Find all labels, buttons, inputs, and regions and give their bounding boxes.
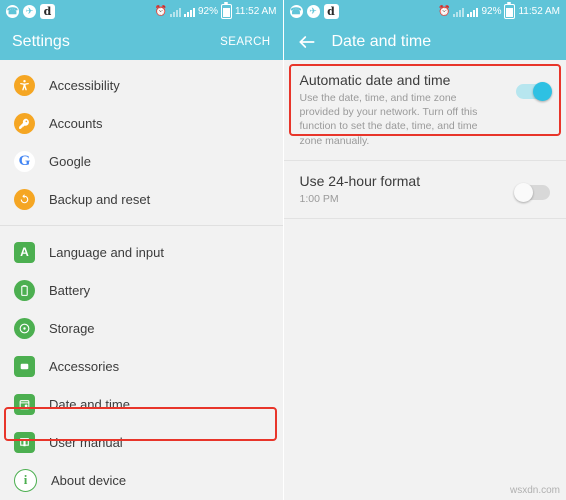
whatsapp-icon: ☎ [289, 5, 303, 18]
telegram-icon: ✈ [23, 5, 36, 18]
battery-percent-right: 92% [481, 6, 502, 17]
pref-subtitle: 1:00 PM [299, 192, 339, 205]
automatic-date-time-toggle[interactable] [516, 82, 552, 101]
signal-bars-icon-2 [183, 7, 195, 17]
sidebar-item-about-device[interactable]: i About device [0, 461, 283, 499]
sidebar-item-label: Accessories [49, 358, 120, 374]
sidebar-item-battery[interactable]: Battery [0, 271, 283, 309]
date-time-settings-body: Automatic date and time Use the date, ti… [283, 60, 566, 500]
battery-percent-left: 92% [197, 6, 218, 17]
google-icon: G [14, 150, 35, 172]
whatsapp-icon: ☎ [6, 5, 19, 18]
pref-use-24-hour-format[interactable]: Use 24-hour format 1:00 PM [283, 160, 566, 218]
search-button[interactable]: SEARCH [220, 36, 270, 48]
pref-divider-2 [283, 217, 566, 219]
settings-list[interactable]: Accessibility Accounts G Google Backup a… [0, 60, 283, 500]
toggle-knob [533, 82, 552, 101]
about-device-icon: i [14, 468, 37, 492]
status-bar-system-icons-right: ⏰ 92% 11:52 AM [438, 2, 560, 19]
use-24-hour-format-toggle[interactable] [514, 182, 550, 202]
user-manual-icon [14, 431, 35, 453]
status-bar-notification-icons-right: ☎ ✈ d [289, 4, 439, 19]
sidebar-item-label: Date and time [49, 396, 130, 412]
page-title: Date and time [331, 32, 432, 50]
date-time-app-bar: Date and time [283, 23, 566, 60]
language-icon: A [14, 241, 35, 263]
signal-bars-icon-1 [453, 7, 465, 17]
sidebar-item-date-and-time[interactable]: Date and time [0, 385, 283, 423]
pref-title: Automatic date and time [299, 72, 451, 88]
sidebar-item-google[interactable]: G Google [0, 142, 283, 180]
sidebar-item-accessories[interactable]: Accessories [0, 347, 283, 385]
status-clock-right: 11:52 AM [518, 6, 560, 17]
sidebar-item-label: Google [49, 153, 91, 169]
pref-title: Use 24-hour format [299, 172, 421, 189]
sidebar-item-label: Accounts [49, 115, 103, 131]
signal-bars-icon-1 [169, 7, 181, 17]
alarm-icon: ⏰ [438, 5, 451, 17]
battery-icon [14, 279, 35, 301]
dapp-icon: d [40, 4, 55, 19]
sidebar-item-label: About device [51, 472, 127, 488]
battery-icon-right [504, 2, 516, 19]
left-screen: ☎ ✈ d ⏰ 92% 11:52 AM Settings SEARCH Acc… [0, 0, 283, 500]
telegram-icon: ✈ [306, 5, 320, 18]
alarm-icon: ⏰ [154, 5, 167, 17]
list-divider [0, 225, 283, 226]
back-arrow-icon[interactable] [296, 31, 318, 53]
sidebar-item-accessibility[interactable]: Accessibility [0, 66, 283, 104]
toggle-knob [514, 182, 533, 202]
status-bar-left: ☎ ✈ d ⏰ 92% 11:52 AM [0, 0, 283, 23]
sidebar-item-label: Backup and reset [49, 191, 151, 207]
pref-automatic-date-and-time[interactable]: Automatic date and time Use the date, ti… [283, 60, 566, 160]
signal-bars-icon-2 [467, 7, 479, 17]
storage-icon [14, 317, 35, 339]
right-screen: ☎ ✈ d ⏰ 92% 11:52 AM Date and time Autom… [282, 0, 566, 500]
accessories-icon [14, 355, 35, 377]
sidebar-item-label: Battery [49, 282, 91, 298]
accessibility-icon [14, 74, 35, 96]
sidebar-item-user-manual[interactable]: User manual [0, 423, 283, 461]
sidebar-item-language-and-input[interactable]: A Language and input [0, 233, 283, 271]
battery-icon-left [220, 2, 232, 19]
date-time-icon [14, 393, 35, 415]
sidebar-item-backup-and-reset[interactable]: Backup and reset [0, 180, 283, 218]
dapp-icon: d [323, 4, 339, 19]
backup-icon [14, 188, 35, 210]
sidebar-item-label: Accessibility [49, 77, 120, 93]
sidebar-item-label: Storage [49, 320, 95, 336]
sidebar-item-label: Language and input [49, 244, 164, 260]
sidebar-item-storage[interactable]: Storage [0, 309, 283, 347]
status-bar-notification-icons: ☎ ✈ d [6, 4, 155, 19]
watermark: wsxdn.com [509, 485, 560, 496]
status-bar-system-icons: ⏰ 92% 11:52 AM [154, 2, 277, 19]
status-clock-left: 11:52 AM [234, 6, 277, 17]
sidebar-item-label: User manual [49, 434, 123, 450]
pref-subtitle: Use the date, time, and time zone provid… [299, 92, 478, 147]
key-icon [14, 112, 35, 134]
screenshot-root: ☎ ✈ d ⏰ 92% 11:52 AM Settings SEARCH Acc… [0, 0, 566, 500]
settings-app-bar: Settings SEARCH [0, 23, 283, 60]
page-title: Settings [12, 32, 70, 50]
sidebar-item-accounts[interactable]: Accounts [0, 104, 283, 142]
status-bar-right: ☎ ✈ d ⏰ 92% 11:52 AM [283, 0, 566, 23]
